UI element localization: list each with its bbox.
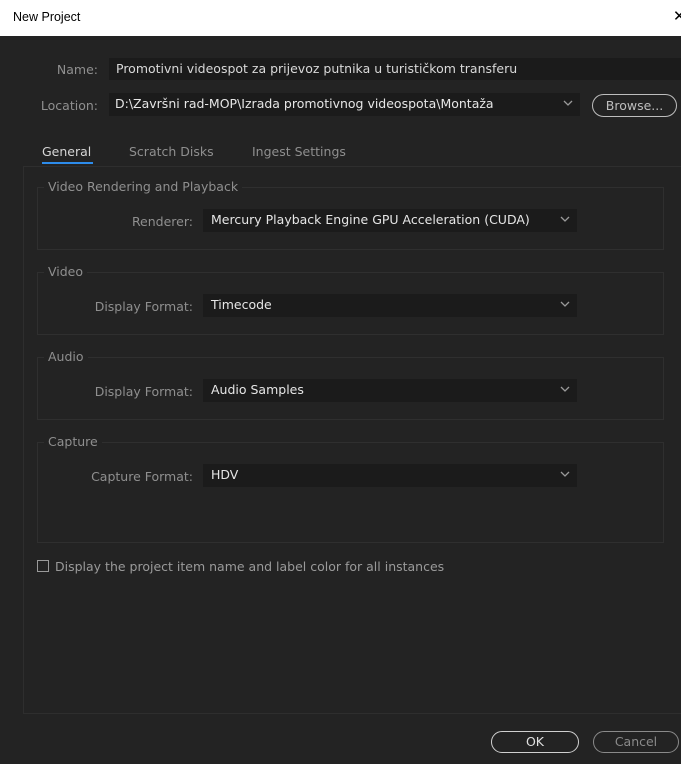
ok-button[interactable]: OK [491,731,579,753]
cancel-button[interactable]: Cancel [593,731,679,753]
general-settings-panel: Video Rendering and Playback Renderer: M… [23,166,681,714]
capture-format-select[interactable]: HDV [203,464,577,487]
close-icon[interactable]: ✕ [673,7,681,25]
video-group: Video Display Format: Timecode [37,264,664,335]
display-name-checkbox-label[interactable]: Display the project item name and label … [55,559,444,574]
browse-button[interactable]: Browse... [592,94,677,117]
audio-group: Audio Display Format: Audio Samples [37,349,664,420]
video-display-format-select[interactable]: Timecode [203,294,577,317]
renderer-select[interactable]: Mercury Playback Engine GPU Acceleration… [203,209,577,232]
rendering-group: Video Rendering and Playback Renderer: M… [37,179,664,250]
chevron-down-icon [559,294,571,315]
title-bar: New Project ✕ [0,0,681,36]
renderer-value: Mercury Playback Engine GPU Acceleration… [211,212,530,227]
location-value: D:\Završni rad-MOP\Izrada promotivnog vi… [115,96,494,111]
video-group-title: Video [44,264,88,279]
audio-display-format-value: Audio Samples [211,382,304,397]
location-label: Location: [40,98,98,113]
capture-group-title: Capture [44,434,102,449]
display-name-checkbox[interactable] [37,560,49,572]
chevron-down-icon [562,93,574,114]
chevron-down-icon [559,209,571,230]
location-select[interactable]: D:\Završni rad-MOP\Izrada promotivnog vi… [109,93,580,116]
audio-display-format-label: Display Format: [94,384,193,399]
capture-format-label: Capture Format: [91,469,193,484]
name-label: Name: [56,62,98,77]
tab-active-underline [42,162,93,164]
tab-general[interactable]: General [42,144,91,159]
video-display-format-label: Display Format: [94,299,193,314]
capture-format-value: HDV [211,467,239,482]
new-project-dialog: Name: Promotivni videospot za prijevoz p… [0,36,681,764]
rendering-group-title: Video Rendering and Playback [44,179,243,194]
tab-ingest-settings[interactable]: Ingest Settings [252,144,346,159]
project-name-input[interactable]: Promotivni videospot za prijevoz putnika… [109,58,681,80]
window-title: New Project [13,10,81,24]
video-display-format-value: Timecode [211,297,272,312]
renderer-label: Renderer: [131,214,193,229]
chevron-down-icon [559,379,571,400]
audio-group-title: Audio [44,349,88,364]
chevron-down-icon [559,464,571,485]
capture-group: Capture Capture Format: HDV [37,434,664,543]
audio-display-format-select[interactable]: Audio Samples [203,379,577,402]
tab-scratch-disks[interactable]: Scratch Disks [129,144,214,159]
